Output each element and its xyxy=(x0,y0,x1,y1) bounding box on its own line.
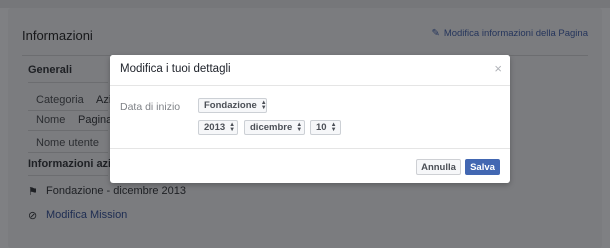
year-select[interactable]: 2013 ▲ ▼ xyxy=(198,120,238,135)
divider xyxy=(28,130,108,131)
dialog-header: Modifica i tuoi dettagli × xyxy=(110,55,510,86)
edit-page-info-link[interactable]: ✎ Modifica informazioni della Pagina xyxy=(431,28,588,39)
select-arrows-icon: ▲ ▼ xyxy=(229,121,236,133)
month-select[interactable]: dicembre ▲ ▼ xyxy=(244,120,305,135)
edit-details-dialog: Modifica i tuoi dettagli × Data di inizi… xyxy=(110,55,510,183)
about-section-title: Informazioni xyxy=(22,28,93,43)
username-label: Nome utente xyxy=(36,137,99,149)
flag-icon: ⚑ xyxy=(28,186,38,198)
select-arrows-icon: ▲ ▼ xyxy=(330,121,337,133)
month-value: dicembre xyxy=(250,122,293,133)
day-select[interactable]: 10 ▲ ▼ xyxy=(310,120,341,135)
start-date-label: Data di inizio xyxy=(120,101,181,113)
general-section-heading: Generali xyxy=(28,64,73,76)
name-value: Pagina xyxy=(78,114,113,126)
divider xyxy=(28,152,108,153)
date-type-select[interactable]: Fondazione ▲ ▼ xyxy=(198,98,267,113)
dialog-footer: Annulla Salva xyxy=(110,148,510,184)
founded-item: Fondazione - dicembre 2013 xyxy=(46,185,187,197)
divider xyxy=(28,175,108,176)
dialog-title: Modifica i tuoi dettagli xyxy=(120,63,231,75)
company-info-heading: Informazioni azie xyxy=(28,158,118,170)
close-icon[interactable]: × xyxy=(494,62,502,76)
divider xyxy=(28,82,108,83)
circle-slash-icon: ⊘ xyxy=(28,210,38,222)
select-arrows-icon: ▲ ▼ xyxy=(260,99,267,111)
name-label: Nome xyxy=(36,114,66,126)
save-button[interactable]: Salva xyxy=(465,159,500,175)
date-type-value: Fondazione xyxy=(204,100,257,111)
day-value: 10 xyxy=(316,122,327,133)
pencil-icon: ✎ xyxy=(431,28,440,39)
page-top-strip xyxy=(0,0,610,8)
select-arrows-icon: ▲ ▼ xyxy=(296,121,303,133)
edit-mission-link[interactable]: Modifica Mission xyxy=(46,209,127,221)
divider xyxy=(28,110,108,111)
year-value: 2013 xyxy=(204,122,226,133)
category-label: Categoria xyxy=(36,94,84,106)
category-value: Azi xyxy=(96,94,112,106)
edit-page-info-label: Modifica informazioni della Pagina xyxy=(443,28,588,39)
cancel-button[interactable]: Annulla xyxy=(416,159,461,175)
